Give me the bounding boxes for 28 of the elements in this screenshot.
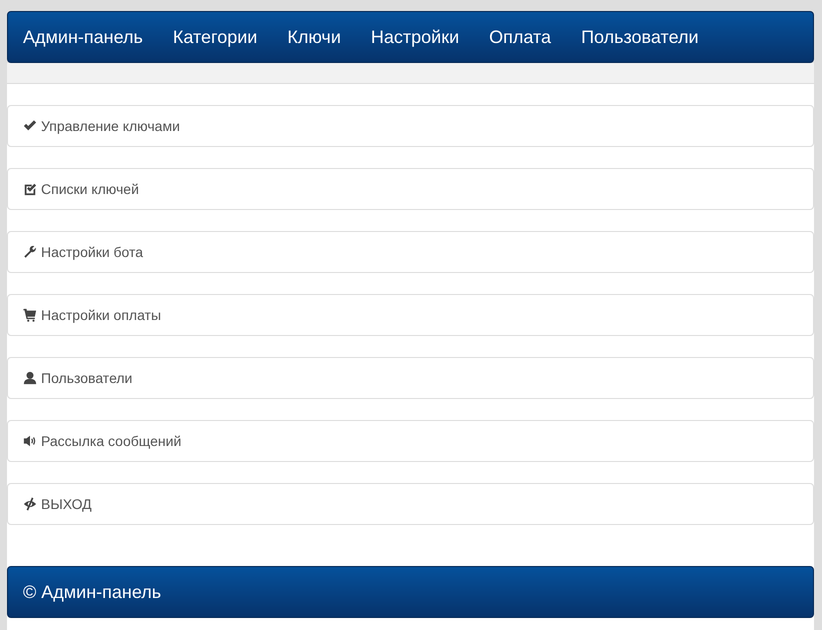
footer-text: © Админ-панель [23,580,162,604]
menu-item[interactable]: Списки ключей [7,168,814,210]
menu-item[interactable]: Настройки оплаты [7,294,814,336]
menu-label: ВЫХОД [41,494,92,514]
menu-label: Настройки оплаты [41,306,162,325]
menu-item[interactable]: Рассылка сообщений [7,420,814,462]
brand-link[interactable]: Админ-панель [23,26,143,48]
nav-link[interactable]: Настройки [370,26,460,48]
nav-link[interactable]: Оплата [489,26,552,48]
menu-item[interactable]: ВЫХОД [7,483,814,525]
check-icon [23,119,37,133]
user-icon [23,371,37,385]
menu-label: Списки ключей [41,180,139,198]
menu-label: Рассылка сообщений [41,432,182,451]
menu-label: Настройки бота [41,242,144,262]
menu-label: Пользователи [41,368,132,388]
eye-slash-icon [23,497,37,511]
wrench-icon [23,245,37,259]
nav-link[interactable]: Пользователи [581,26,699,48]
nav-link[interactable]: Категории [172,26,258,48]
menu-item[interactable]: Пользователи [7,357,814,399]
speaker-icon [23,434,37,448]
nav-link[interactable]: Ключи [287,26,341,48]
checkbox-icon [23,182,37,196]
menu-label: Управление ключами [41,116,180,136]
menu-item[interactable]: Настройки бота [7,231,814,273]
cart-icon [23,308,37,322]
menu-item[interactable]: Управление ключами [7,105,814,147]
